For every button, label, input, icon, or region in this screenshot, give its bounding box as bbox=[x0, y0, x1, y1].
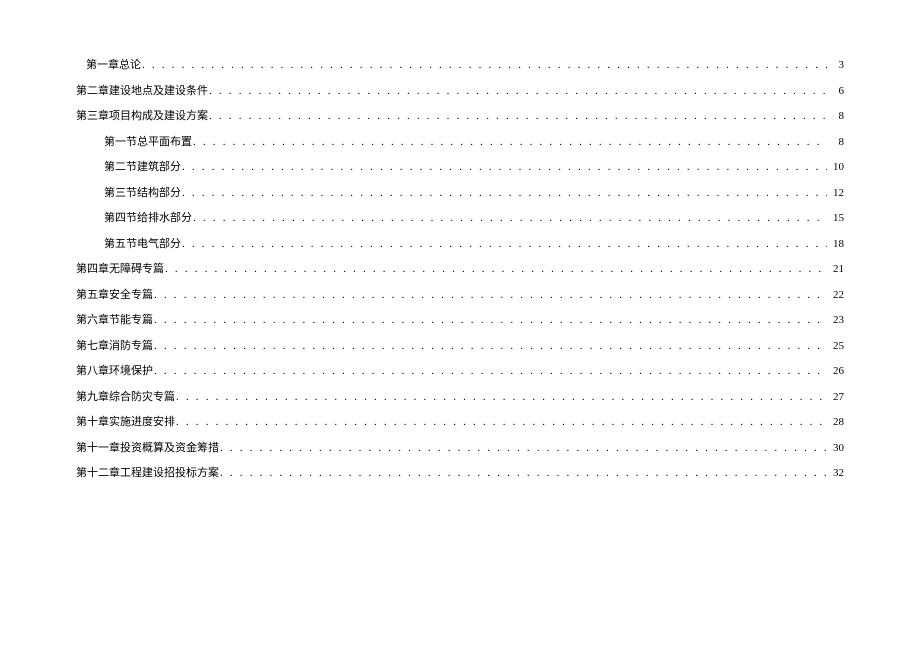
toc-page-number: 23 bbox=[828, 314, 844, 326]
toc-leader-dots bbox=[220, 442, 827, 454]
toc-entry: 第二节建筑部分 10 bbox=[76, 158, 844, 174]
toc-entry: 第二章建设地点及建设条件 6 bbox=[76, 82, 844, 98]
toc-page-number: 18 bbox=[828, 238, 844, 250]
toc-title: 第十一章投资概算及资金筹措 bbox=[76, 439, 219, 455]
toc-title: 第三章项目构成及建设方案 bbox=[76, 107, 208, 123]
toc-entry: 第一节总平面布置 8 bbox=[76, 133, 844, 149]
toc-title: 第一章总论 bbox=[86, 56, 141, 72]
toc-leader-dots bbox=[220, 467, 827, 479]
toc-leader-dots bbox=[182, 161, 827, 173]
toc-page-number: 10 bbox=[828, 161, 844, 173]
toc-leader-dots bbox=[182, 238, 827, 250]
toc-page-number: 22 bbox=[828, 289, 844, 301]
toc-title: 第八章环境保护 bbox=[76, 362, 153, 378]
toc-page-number: 30 bbox=[828, 442, 844, 454]
toc-leader-dots bbox=[154, 340, 827, 352]
toc-entry: 第五章安全专篇 22 bbox=[76, 286, 844, 302]
toc-title: 第十二章工程建设招投标方案 bbox=[76, 464, 219, 480]
toc-entry: 第五节电气部分 18 bbox=[76, 235, 844, 251]
toc-entry: 第六章节能专篇 23 bbox=[76, 311, 844, 327]
toc-leader-dots bbox=[176, 416, 827, 428]
toc-page-number: 8 bbox=[828, 110, 844, 122]
toc-entry: 第七章消防专篇 25 bbox=[76, 337, 844, 353]
table-of-contents: 第一章总论3第二章建设地点及建设条件6第三章项目构成及建设方案8第一节总平面布置… bbox=[76, 56, 844, 480]
toc-leader-dots bbox=[193, 212, 827, 224]
toc-leader-dots bbox=[154, 365, 827, 377]
toc-entry: 第十一章投资概算及资金筹措 30 bbox=[76, 439, 844, 455]
toc-page-number: 26 bbox=[828, 365, 844, 377]
toc-title: 第四章无障碍专篇 bbox=[76, 260, 164, 276]
toc-page-number: 6 bbox=[828, 85, 844, 97]
toc-entry: 第四章无障碍专篇 21 bbox=[76, 260, 844, 276]
toc-page-number: 25 bbox=[828, 340, 844, 352]
toc-leader-dots bbox=[176, 391, 827, 403]
toc-title: 第五章安全专篇 bbox=[76, 286, 153, 302]
toc-entry: 第九章综合防灾专篇 27 bbox=[76, 388, 844, 404]
toc-leader-dots bbox=[165, 263, 827, 275]
toc-page-number: 3 bbox=[828, 59, 844, 71]
toc-page-number: 12 bbox=[828, 187, 844, 199]
toc-leader-dots bbox=[154, 314, 827, 326]
toc-page-number: 8 bbox=[828, 136, 844, 148]
toc-title: 第四节给排水部分 bbox=[104, 209, 192, 225]
toc-leader-dots bbox=[142, 59, 827, 71]
toc-page-number: 15 bbox=[828, 212, 844, 224]
toc-page-number: 21 bbox=[828, 263, 844, 275]
toc-title: 第六章节能专篇 bbox=[76, 311, 153, 327]
toc-title: 第七章消防专篇 bbox=[76, 337, 153, 353]
toc-title: 第二节建筑部分 bbox=[104, 158, 181, 174]
toc-page-number: 28 bbox=[828, 416, 844, 428]
toc-title: 第十章实施进度安排 bbox=[76, 413, 175, 429]
toc-entry: 第四节给排水部分 15 bbox=[76, 209, 844, 225]
toc-page-number: 27 bbox=[828, 391, 844, 403]
toc-leader-dots bbox=[209, 110, 827, 122]
toc-leader-dots bbox=[209, 85, 827, 97]
toc-leader-dots bbox=[182, 187, 827, 199]
toc-title: 第五节电气部分 bbox=[104, 235, 181, 251]
toc-entry: 第十二章工程建设招投标方案 32 bbox=[76, 464, 844, 480]
toc-entry: 第三章项目构成及建设方案 8 bbox=[76, 107, 844, 123]
toc-entry: 第一章总论 3 bbox=[76, 56, 844, 72]
toc-leader-dots bbox=[193, 136, 827, 148]
toc-leader-dots bbox=[154, 289, 827, 301]
toc-entry: 第三节结构部分 12 bbox=[76, 184, 844, 200]
toc-title: 第二章建设地点及建设条件 bbox=[76, 82, 208, 98]
toc-entry: 第八章环境保护 26 bbox=[76, 362, 844, 378]
toc-title: 第一节总平面布置 bbox=[104, 133, 192, 149]
toc-title: 第九章综合防灾专篇 bbox=[76, 388, 175, 404]
toc-entry: 第十章实施进度安排 28 bbox=[76, 413, 844, 429]
toc-title: 第三节结构部分 bbox=[104, 184, 181, 200]
toc-page-number: 32 bbox=[828, 467, 844, 479]
